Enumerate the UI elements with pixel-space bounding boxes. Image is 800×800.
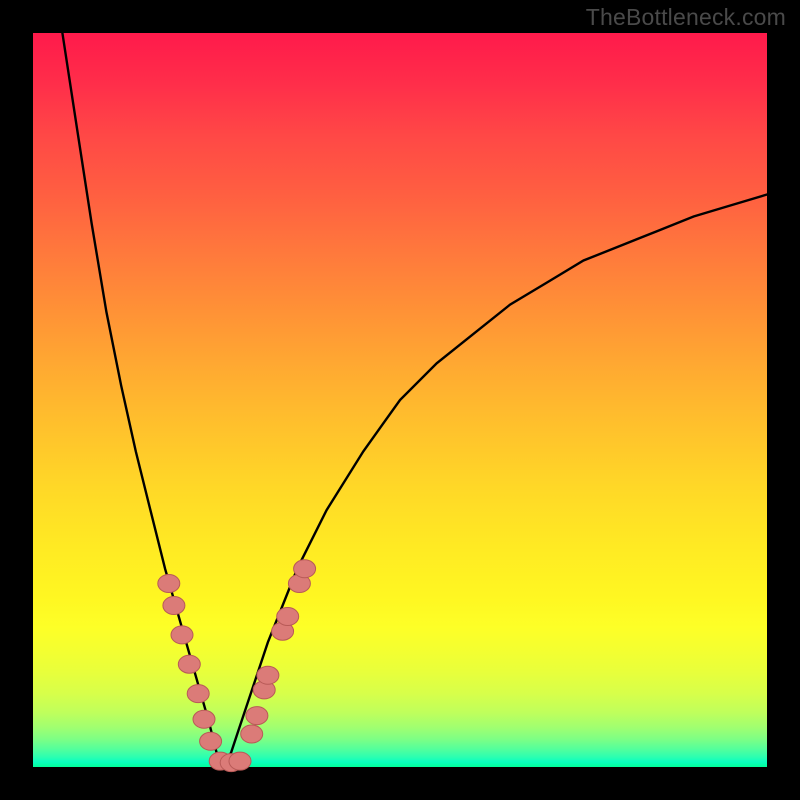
left-branch-curve	[62, 33, 223, 767]
data-marker	[178, 655, 200, 673]
data-marker	[171, 626, 193, 644]
chart-svg	[0, 0, 800, 800]
data-marker	[163, 597, 185, 615]
outer-frame: TheBottleneck.com	[0, 0, 800, 800]
data-marker	[158, 575, 180, 593]
data-marker	[257, 666, 279, 684]
marker-layer	[158, 560, 316, 772]
data-marker	[246, 707, 268, 725]
watermark-text: TheBottleneck.com	[586, 4, 786, 31]
data-marker	[193, 710, 215, 728]
data-marker	[187, 685, 209, 703]
data-marker	[200, 732, 222, 750]
data-marker	[241, 725, 263, 743]
data-marker	[294, 560, 316, 578]
right-branch-curve	[224, 195, 767, 768]
data-marker	[277, 608, 299, 626]
curve-layer	[62, 33, 767, 767]
data-marker	[229, 752, 251, 770]
